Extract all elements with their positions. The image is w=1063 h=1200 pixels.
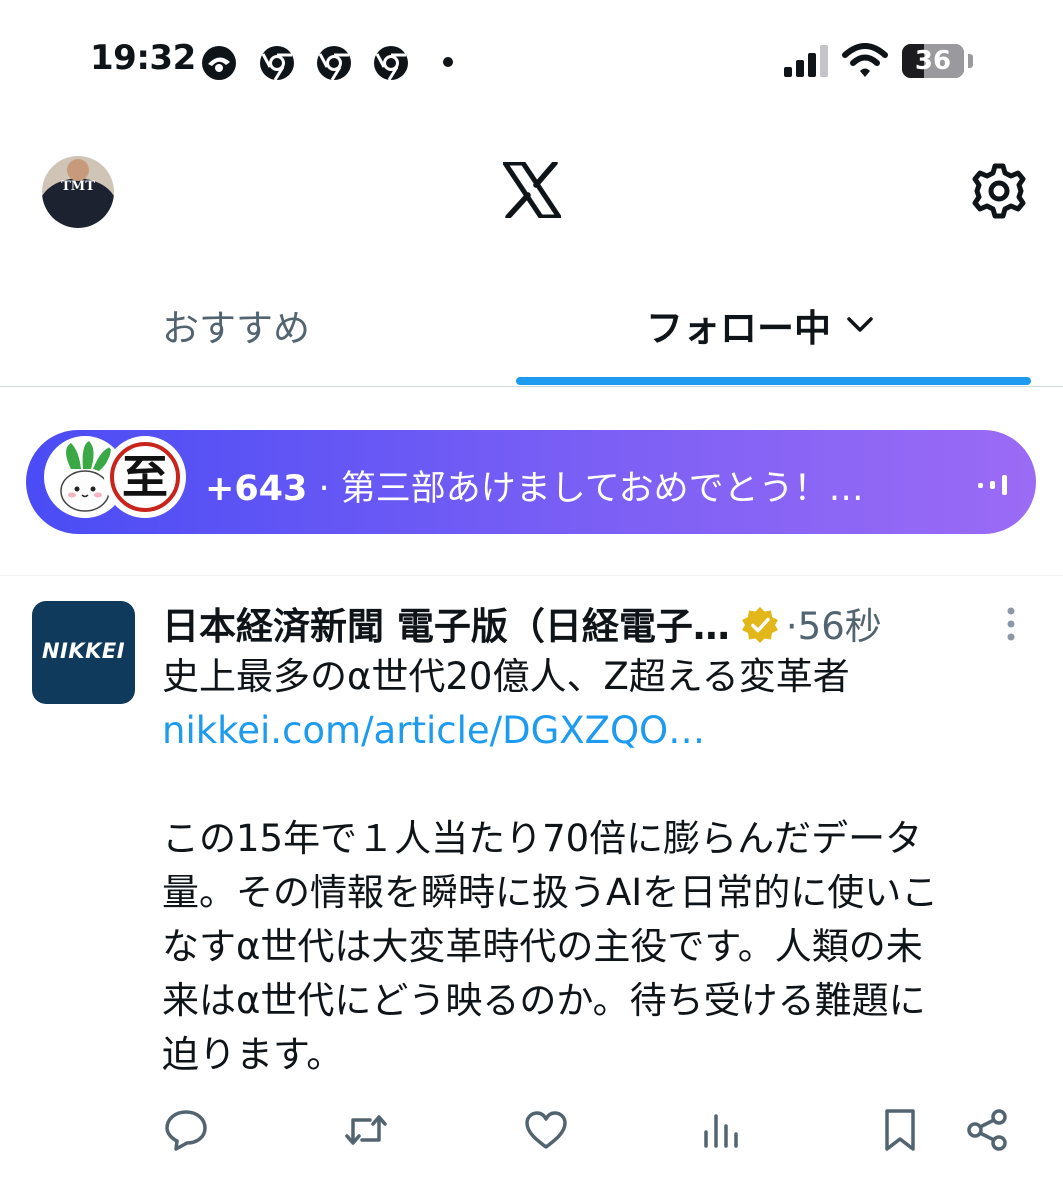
feed-divider — [0, 575, 1063, 576]
chevron-down-icon[interactable] — [845, 315, 875, 335]
views-icon[interactable] — [697, 1106, 745, 1154]
tab-recommended-label: おすすめ — [162, 307, 310, 350]
kanji-avatar-text: 至 — [122, 450, 168, 504]
post-author-avatar[interactable]: NIKKEI — [32, 601, 135, 704]
space-title: 第三部あけましておめでとう！… — [340, 469, 864, 509]
profile-avatar[interactable]: TMT — [42, 156, 114, 228]
verified-badge-icon — [741, 607, 778, 643]
repost-icon[interactable] — [342, 1106, 390, 1154]
reply-icon[interactable] — [162, 1106, 210, 1154]
tab-following-label: フォロー中 — [646, 307, 831, 350]
space-listener-count: +643 — [205, 469, 308, 509]
post-timestamp[interactable]: 56秒 — [798, 605, 882, 648]
post-headline: 史上最多のα世代20億人、Z超える変革者 — [162, 655, 850, 698]
audio-wave-icon — [978, 475, 1007, 495]
battery-indicator: 36 — [902, 44, 964, 78]
post-author-name[interactable]: 日本経済新聞 電子版（日経電子… — [162, 605, 730, 648]
share-icon[interactable] — [964, 1106, 1012, 1154]
tabs-divider — [0, 386, 1063, 387]
battery-cap — [968, 54, 973, 68]
nikkei-logo-text: NIKKEI — [41, 639, 126, 663]
x-logo-icon[interactable] — [503, 162, 561, 218]
wifi-icon — [842, 43, 888, 77]
post-link[interactable]: nikkei.com/article/DGXZQO… — [162, 704, 1032, 758]
active-tab-indicator — [516, 377, 1031, 385]
like-icon[interactable] — [522, 1106, 570, 1154]
battery-percent: 36 — [914, 46, 952, 76]
gear-icon[interactable] — [970, 162, 1028, 220]
post-separator: · — [785, 605, 798, 648]
status-time: 19:32 — [90, 38, 196, 78]
space-banner-text: +643 · 第三部あけましておめでとう！… — [205, 460, 945, 511]
post-body-line: 量。その情報を瞬時に扱うAIを日常的に使いこ — [162, 871, 939, 914]
post-body-line: 来はα世代にどう映るのか。待ち受ける難題に — [162, 979, 926, 1022]
bookmark-icon[interactable] — [876, 1106, 924, 1154]
avatar-shirt-text: TMT — [61, 179, 95, 194]
post-header: 日本経済新聞 電子版（日経電子… ·56秒 — [162, 596, 882, 650]
space-host-avatar-kanji: 至 — [104, 436, 186, 518]
cellular-signal-icon — [784, 45, 828, 77]
post-body-line: 迫ります。 — [162, 1033, 344, 1076]
post-body: 史上最多のα世代20億人、Z超える変革者 nikkei.com/article/… — [162, 650, 1032, 1082]
more-options-icon[interactable] — [1005, 606, 1017, 642]
more-notifications-dot — [443, 57, 453, 67]
tab-following[interactable]: フォロー中 — [646, 298, 875, 368]
tab-recommended[interactable]: おすすめ — [162, 298, 310, 368]
space-separator: · — [307, 469, 341, 509]
app-notification-icon — [202, 46, 236, 80]
chrome-icon — [374, 46, 408, 81]
chrome-icon — [260, 46, 294, 81]
chrome-icon — [317, 46, 351, 81]
post-body-line: この15年で１人当たり70倍に膨らんだデータ — [162, 817, 923, 860]
post-body-line: なすα世代は大変革時代の主役です。人類の未 — [162, 925, 923, 968]
